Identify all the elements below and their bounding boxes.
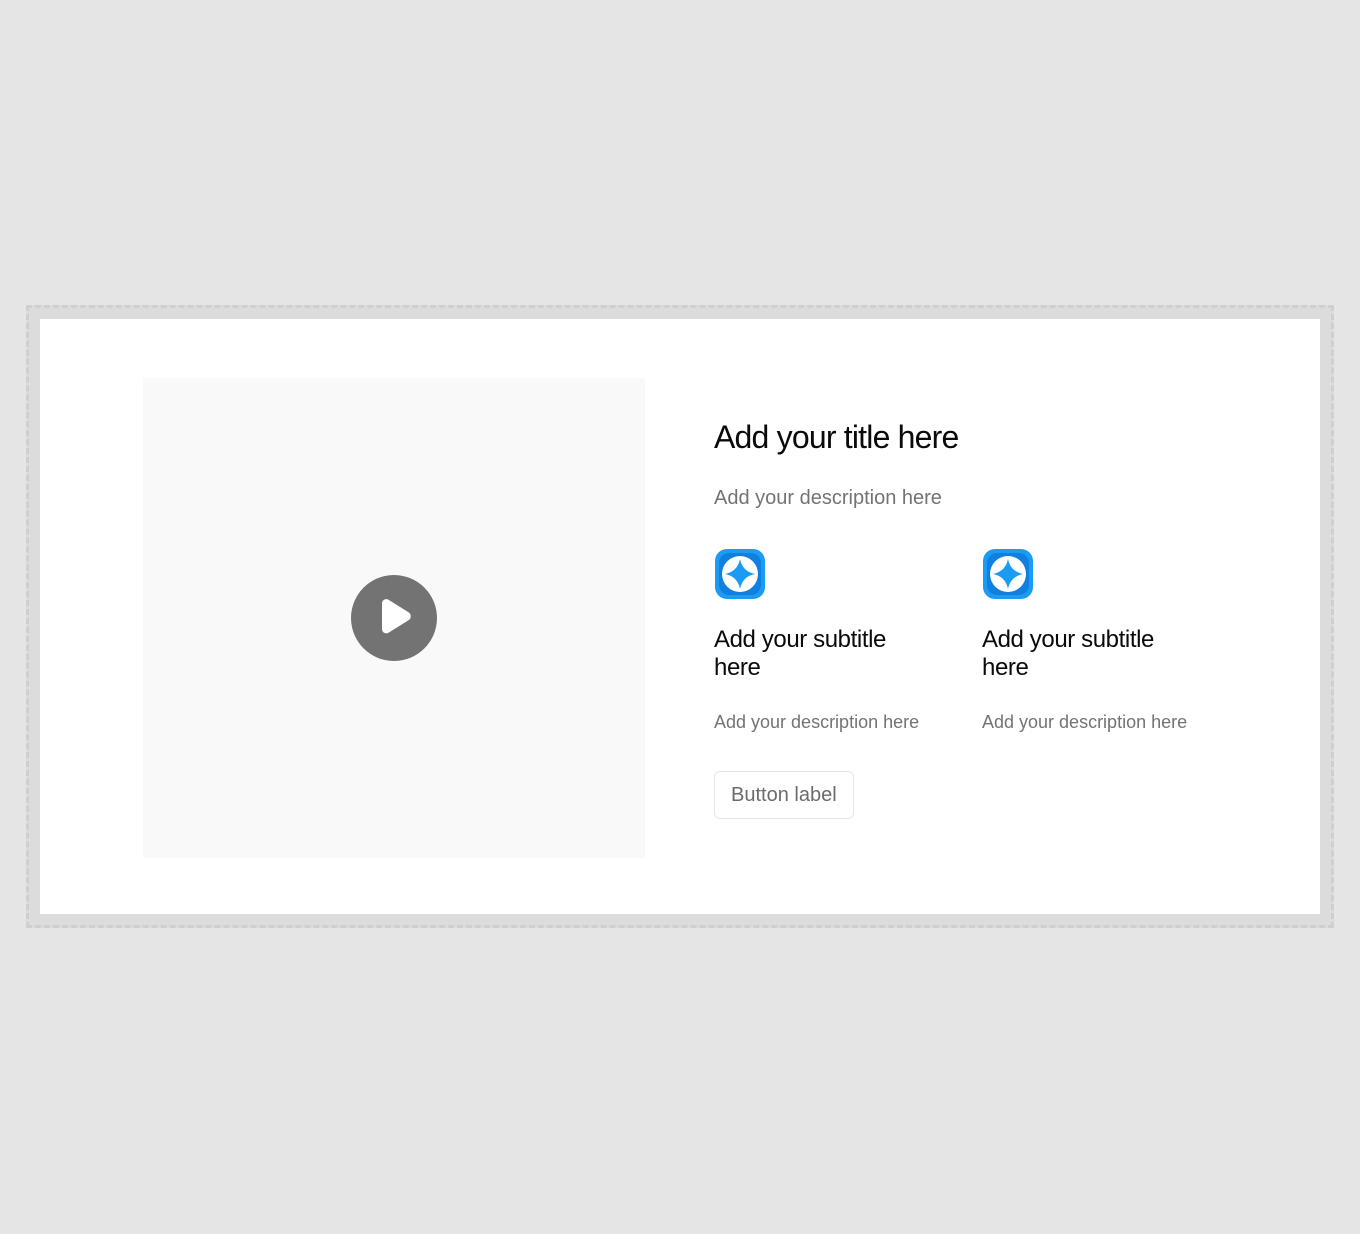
content-column: Add your title here Add your description… [714,319,1274,914]
feature-subtitle: Add your subtitle here [982,626,1154,681]
video-placeholder[interactable] [143,378,645,858]
section-description: Add your description here [714,487,942,509]
feature-item: Add your subtitle here Add your descript… [982,548,1222,734]
play-button[interactable] [351,575,437,661]
sparkle-icon [983,549,1033,599]
feature-item: Add your subtitle here Add your descript… [714,548,954,734]
cta-button[interactable]: Button label [714,771,854,819]
play-icon [382,599,411,634]
sparkle-icon [715,549,765,599]
feature-description: Add your description here [982,712,1188,732]
feature-section-card: Add your title here Add your description… [40,319,1320,914]
feature-description: Add your description here [714,712,920,732]
section-title: Add your title here [714,419,959,455]
feature-subtitle: Add your subtitle here [714,626,886,681]
